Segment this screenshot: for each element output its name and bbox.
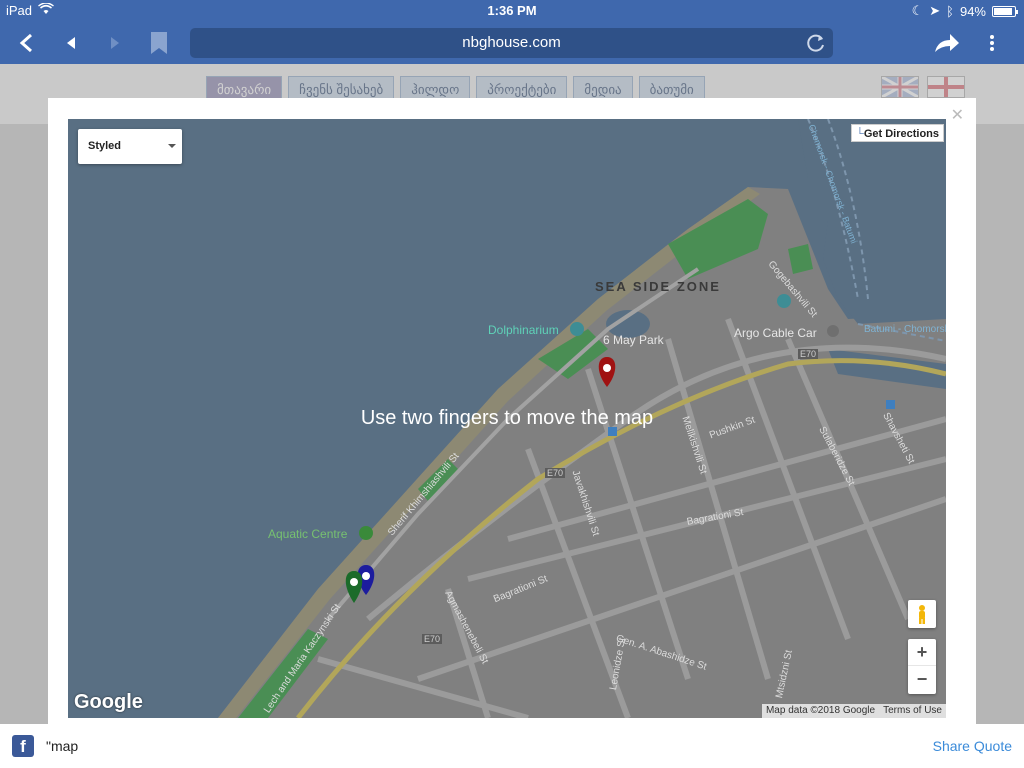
share-icon[interactable] xyxy=(932,28,962,58)
aquatic-poi-icon xyxy=(359,526,373,540)
ios-status-bar: iPad 1:36 PM ☾ ➤ ᛒ 94% xyxy=(0,0,1024,22)
zoom-out-button[interactable]: − xyxy=(908,666,936,693)
directions-icon: └ xyxy=(856,128,864,140)
label-e70-b: E70 xyxy=(545,468,566,478)
label-sea-side-zone: SEA SIDE ZONE xyxy=(595,279,721,294)
label-may-park: 6 May Park xyxy=(603,333,664,347)
close-icon[interactable]: ✕ xyxy=(951,108,964,124)
more-menu-icon[interactable] xyxy=(977,28,1007,58)
back-icon[interactable] xyxy=(12,28,42,58)
zoom-in-button[interactable]: + xyxy=(908,639,936,666)
chevron-down-icon xyxy=(168,144,176,148)
gesture-hint: Use two fingers to move the map xyxy=(360,407,654,429)
label-aquatic-centre: Aquatic Centre xyxy=(268,527,348,541)
moon-icon: ☾ xyxy=(911,3,924,18)
map-data-text: Map data ©2018 Google xyxy=(765,705,876,716)
share-quote-text: "map xyxy=(46,738,79,754)
map-style-select[interactable]: Styled xyxy=(78,129,182,164)
zoom-controls: + − xyxy=(908,639,936,694)
cable-car-poi-icon xyxy=(827,325,839,337)
share-quote-button[interactable]: Share Quote xyxy=(933,738,1012,754)
label-e70-c: E70 xyxy=(422,634,443,644)
browser-toolbar: nbghouse.com xyxy=(0,22,1024,64)
bluetooth-icon: ᛒ xyxy=(946,3,954,19)
history-back-icon[interactable] xyxy=(56,28,86,58)
map-attribution: Map data ©2018 Google Terms of Use xyxy=(761,704,946,718)
share-bar: f "map Share Quote xyxy=(0,724,1024,768)
map-style-value: Styled xyxy=(88,140,122,152)
get-directions-label: Get Directions xyxy=(863,128,939,140)
label-batumi-chomorsk: Batumi - Chomorsk xyxy=(864,324,946,335)
battery-percent: 94% xyxy=(959,3,986,19)
street-view-pegman-icon[interactable] xyxy=(908,600,936,628)
label-e70-a: E70 xyxy=(798,349,819,359)
history-forward-icon[interactable] xyxy=(100,28,130,58)
get-directions-button[interactable]: └Get Directions xyxy=(851,124,944,142)
facebook-icon[interactable]: f xyxy=(12,735,34,757)
terms-link[interactable]: Terms of Use xyxy=(883,704,942,718)
battery-icon xyxy=(992,5,1018,17)
seaside-poi-icon xyxy=(777,294,791,308)
label-argo-cable-car: Argo Cable Car xyxy=(734,326,817,340)
bookmark-icon[interactable] xyxy=(144,28,174,58)
location-arrow-icon: ➤ xyxy=(929,3,941,18)
url-text: nbghouse.com xyxy=(462,34,561,51)
reload-icon[interactable] xyxy=(805,32,827,54)
address-bar[interactable]: nbghouse.com xyxy=(190,28,833,58)
google-logo: Google xyxy=(74,691,143,713)
label-dolphinarium: Dolphinarium xyxy=(488,323,559,337)
status-time: 1:36 PM xyxy=(487,3,537,18)
google-map[interactable]: SEA SIDE ZONE Dolphinarium 6 May Park Ar… xyxy=(68,119,946,718)
dolphinarium-poi-icon xyxy=(570,322,584,336)
